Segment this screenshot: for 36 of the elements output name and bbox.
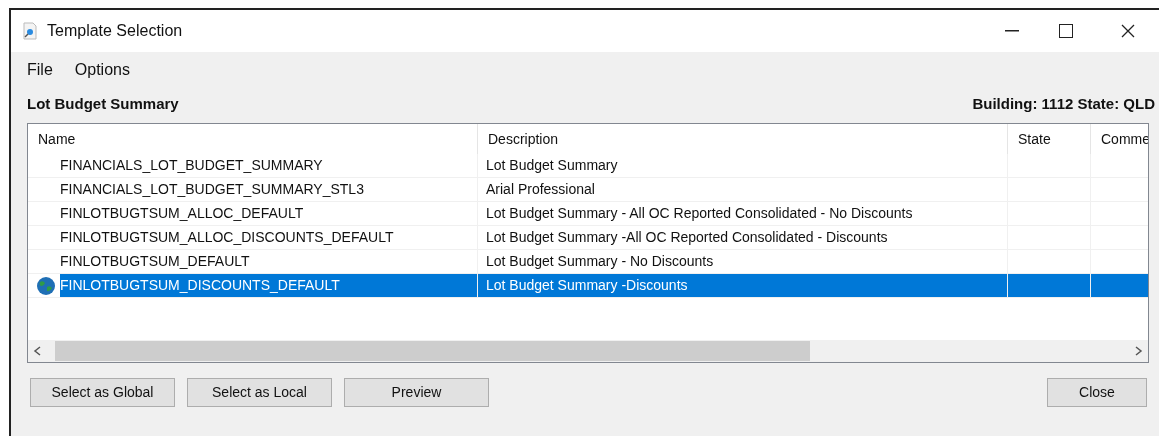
table-cell: FINLOTBUGTSUM_DISCOUNTS_DEFAULT — [60, 274, 477, 297]
template-row[interactable]: FINANCIALS_LOT_BUDGET_SUMMARY Lot Budget Summary — [28, 154, 1148, 178]
window-title: Template Selection — [47, 21, 183, 41]
template-row[interactable]: FINLOTBUGTSUM_ALLOC_DEFAULT Lot Budget Summary - All OC Reported Consolidated - No Discounts — [28, 202, 1148, 226]
column-header[interactable]: State — [1008, 124, 1091, 154]
column-header[interactable]: Description — [478, 124, 1008, 154]
menu-item[interactable]: File — [19, 58, 61, 82]
horizontal-scrollbar[interactable] — [28, 340, 1148, 362]
close-button[interactable]: Close — [1047, 378, 1147, 407]
table-cell: Arial Professional — [478, 178, 1008, 201]
table-cell: Lot Budget Summary - No Discounts — [478, 250, 1008, 273]
template-row[interactable]: FINANCIALS_LOT_BUDGET_SUMMARY_STL3 Arial Professional — [28, 178, 1148, 202]
action-button[interactable]: Preview — [344, 378, 489, 407]
magnifier-document-icon — [21, 22, 39, 40]
table-cell-text: FINLOTBUGTSUM_ALLOC_DEFAULT — [60, 204, 305, 223]
table-cell: Lot Budget Summary — [478, 154, 1008, 177]
globe-icon — [36, 275, 56, 296]
action-button[interactable]: Select as Global — [30, 378, 175, 407]
close-icon[interactable] — [1121, 24, 1135, 38]
table-cell-text: FINLOTBUGTSUM_DEFAULT — [60, 252, 251, 271]
scroll-thumb[interactable] — [55, 341, 810, 361]
table-cell: Lot Budget Summary -All OC Reported Consolidated - Discounts — [478, 226, 1008, 249]
maximize-icon[interactable] — [1059, 24, 1073, 38]
minimize-icon[interactable] — [1005, 30, 1019, 32]
table-cell: Lot Budget Summary - All OC Reported Consolidated - No Discounts — [478, 202, 1008, 225]
menu-item[interactable]: Options — [66, 58, 138, 82]
table-cell: Lot Budget Summary -Discounts — [478, 274, 1008, 297]
template-row[interactable]: FINLOTBUGTSUM_DISCOUNTS_DEFAULT Lot Budget Summary -Discounts — [28, 274, 1148, 298]
building-info: Building: 1112 State: QLD — [972, 93, 1155, 114]
report-title: Lot Budget Summary — [27, 93, 179, 114]
table-cell-text: FINANCIALS_LOT_BUDGET_SUMMARY — [60, 156, 324, 175]
table-cell-text: FINLOTBUGTSUM_ALLOC_DISCOUNTS_DEFAULT — [60, 228, 395, 247]
action-button[interactable]: Select as Local — [187, 378, 332, 407]
column-header[interactable]: Name — [28, 124, 478, 154]
template-row[interactable]: FINLOTBUGTSUM_ALLOC_DISCOUNTS_DEFAULT Lot Budget Summary -All OC Reported Consolidated - Discounts — [28, 226, 1148, 250]
table-cell-text: FINANCIALS_LOT_BUDGET_SUMMARY_STL3 — [60, 180, 365, 199]
